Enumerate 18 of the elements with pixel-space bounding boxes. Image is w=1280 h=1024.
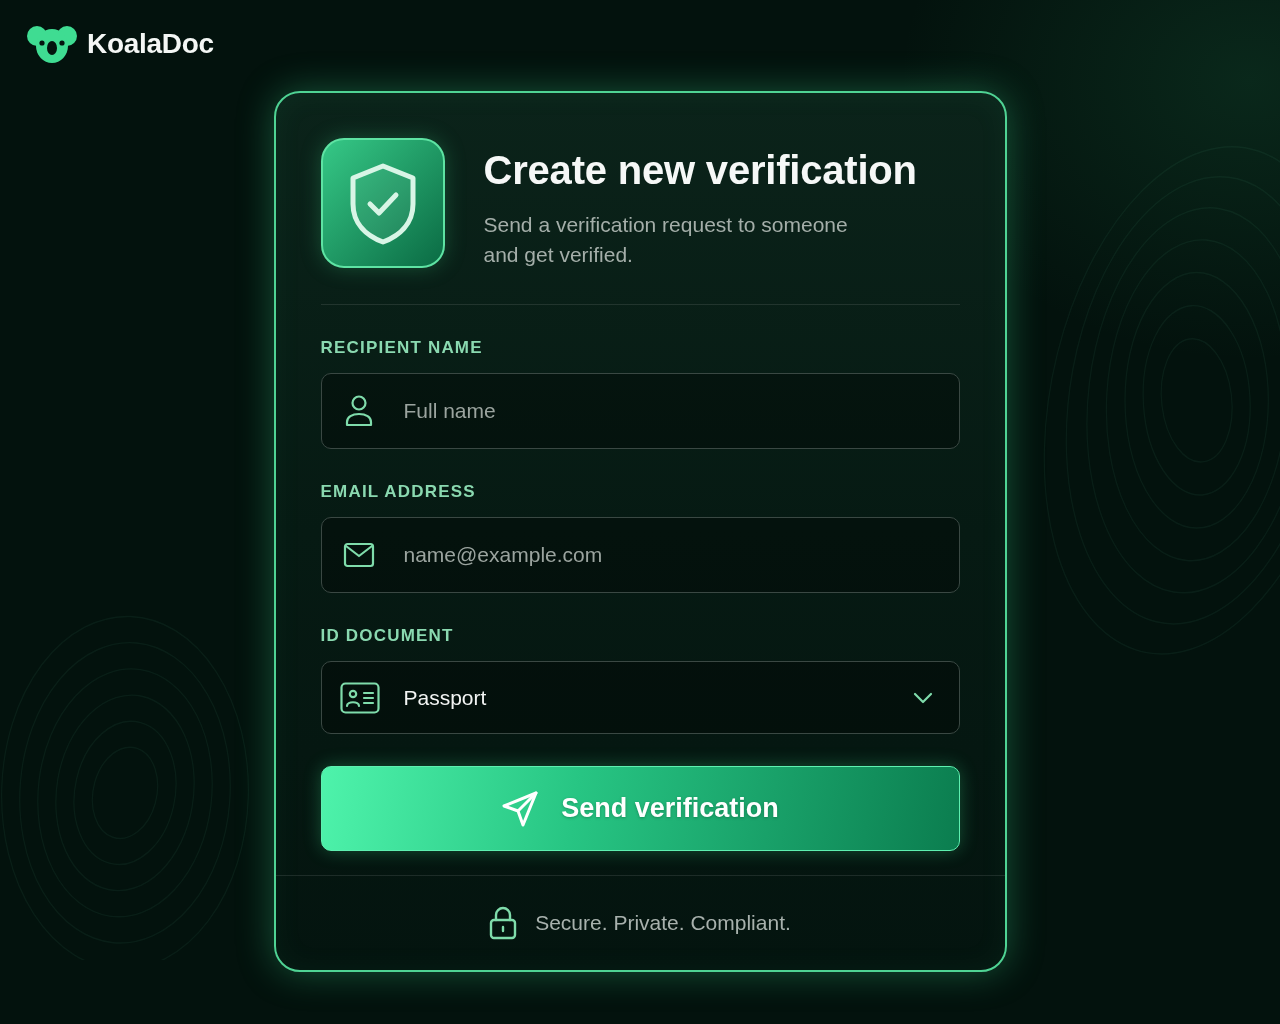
paper-plane-icon	[501, 789, 540, 828]
email-input-field[interactable]: name@example.com	[320, 517, 960, 593]
koala-logo-icon	[27, 25, 77, 63]
name-input-field[interactable]: Full name	[320, 373, 960, 449]
field-label: EMAIL ADDRESS	[320, 481, 476, 502]
chevron-down-icon	[912, 691, 933, 704]
envelope-icon	[342, 542, 375, 568]
id-card-icon	[339, 681, 380, 714]
card-title: Create new verification	[483, 147, 917, 194]
document-type-select[interactable]: Passport	[320, 661, 960, 734]
person-icon	[343, 395, 374, 427]
field-label: RECIPIENT NAME	[320, 337, 483, 358]
brand-name: KoalaDoc	[87, 28, 214, 60]
field-label: ID DOCUMENT	[320, 625, 454, 646]
lock-icon	[489, 906, 518, 940]
shield-check-icon	[320, 138, 445, 268]
footer-note: Secure. Private. Compliant.	[535, 911, 791, 935]
card-subtitle: Send a verification request to someone and get verified.	[483, 212, 849, 268]
